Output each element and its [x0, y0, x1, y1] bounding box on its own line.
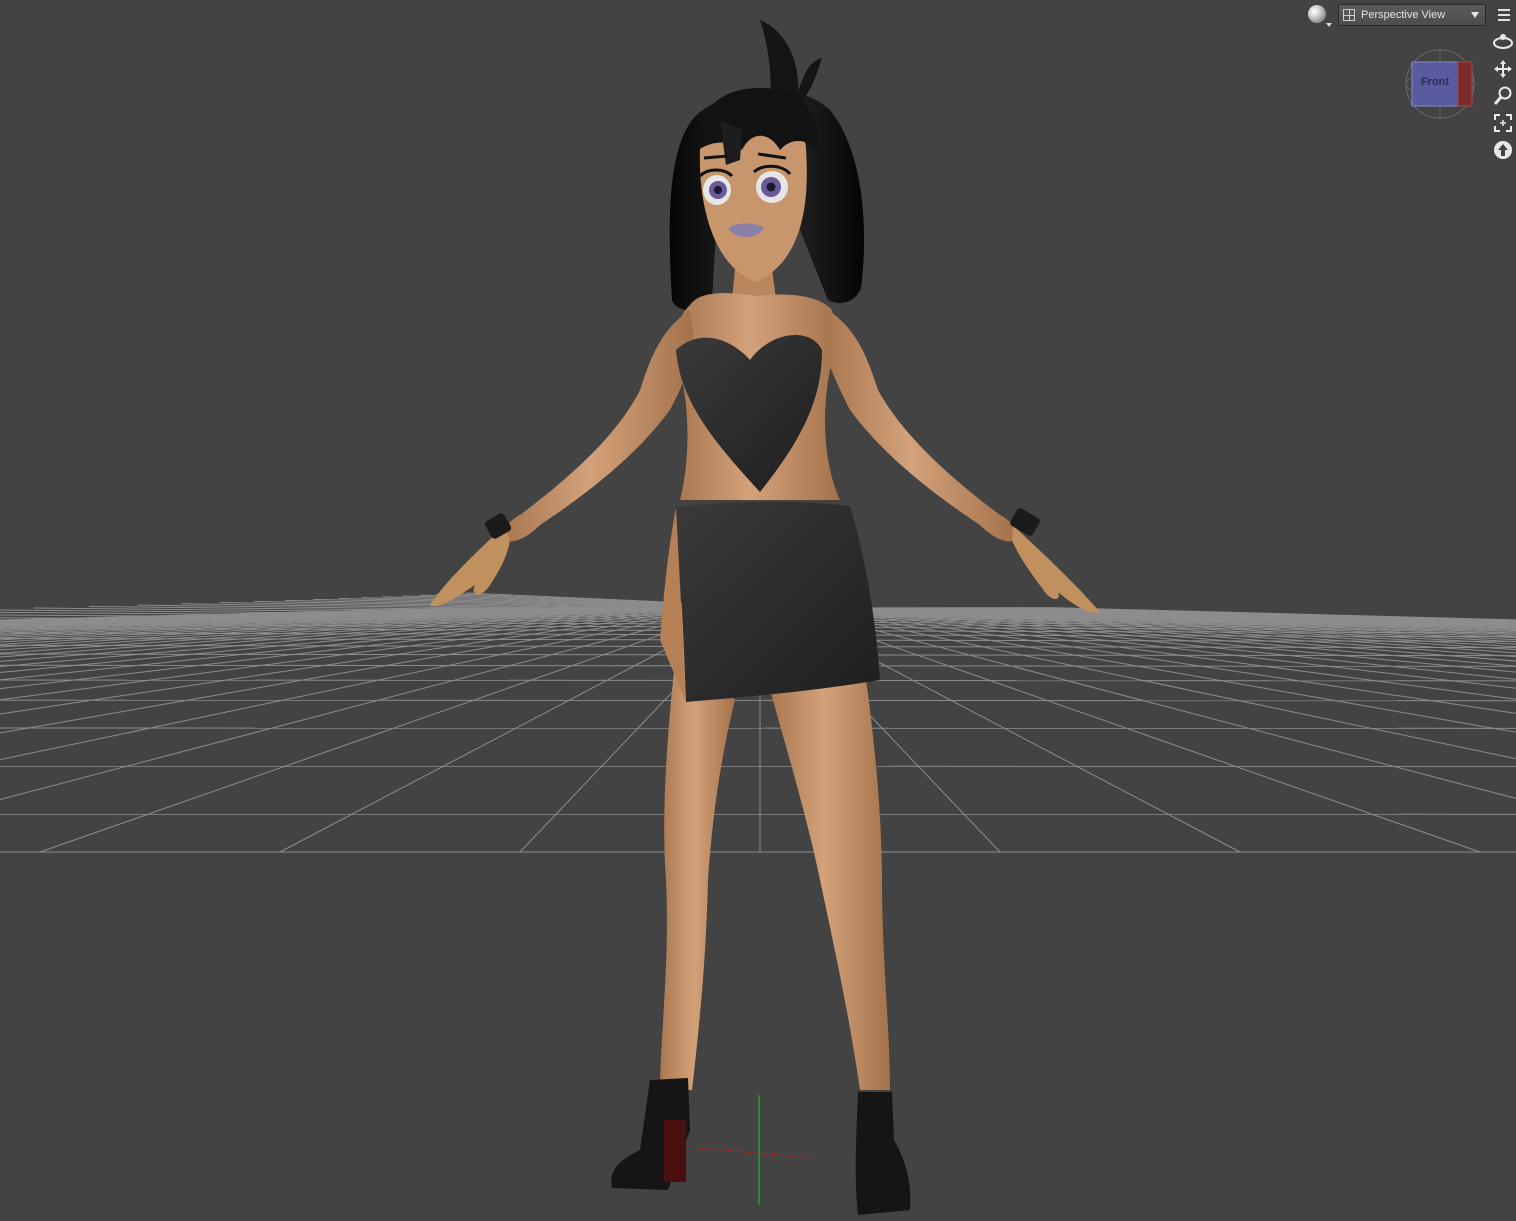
grid-line — [905, 607, 1516, 641]
scene-canvas[interactable] — [0, 0, 1516, 1221]
grid-line — [0, 607, 637, 648]
axis-x-line — [699, 1147, 813, 1159]
grid-line — [0, 727, 1516, 729]
grid-line — [0, 607, 724, 761]
grid-line — [1036, 607, 1516, 622]
grid-line — [883, 607, 1516, 648]
orbit-icon — [1493, 34, 1513, 49]
grid-line — [818, 607, 1516, 700]
grid-line — [869, 607, 1516, 654]
grid-line — [810, 607, 1516, 714]
grid-line — [1043, 607, 1516, 621]
pan-icon — [1494, 60, 1512, 78]
grid-line — [0, 607, 491, 623]
grid-icon — [1343, 9, 1355, 21]
navigation-tools — [1490, 30, 1516, 162]
grid-line — [803, 607, 1516, 733]
zoom-button[interactable] — [1491, 84, 1515, 108]
grid-line — [39, 607, 739, 853]
reset-icon — [1494, 141, 1512, 159]
grid-line — [0, 607, 622, 643]
chevron-down-icon — [1471, 12, 1479, 18]
grid-line — [0, 607, 659, 658]
grid-line — [781, 607, 1481, 853]
grid-line — [0, 607, 630, 645]
chevron-down-icon — [1326, 23, 1332, 27]
grid-line — [0, 699, 1516, 702]
grid-line — [0, 607, 666, 662]
grid-line — [0, 607, 484, 622]
grid-line — [832, 607, 1516, 680]
grid-line — [861, 607, 1516, 658]
menu-icon — [1498, 9, 1510, 11]
orbit-button[interactable] — [1491, 30, 1515, 54]
pan-button[interactable] — [1491, 57, 1515, 81]
grid-line — [0, 607, 477, 621]
view-select-label: Perspective View — [1361, 9, 1446, 21]
grid-line — [0, 813, 1516, 815]
grid-line — [912, 607, 1516, 639]
grid-line — [1029, 607, 1516, 622]
view-cube-face-label[interactable]: Front — [1414, 76, 1456, 88]
zoom-icon — [1493, 86, 1512, 105]
grid-line — [890, 607, 1516, 645]
viewport-toolbar: Perspective View — [1306, 2, 1516, 28]
grid-line — [796, 607, 1516, 760]
grid-line — [0, 607, 732, 801]
grid-line — [0, 607, 651, 654]
draw-style-button[interactable] — [1306, 3, 1332, 27]
grid-line — [0, 607, 702, 701]
grid-line — [0, 607, 470, 621]
frame-icon — [1494, 114, 1512, 132]
3d-viewport[interactable]: Front Perspective View — [0, 0, 1516, 1221]
grid-line — [0, 607, 710, 715]
grid-line — [0, 607, 688, 681]
grid-line — [788, 607, 1516, 799]
grid-line — [0, 765, 1516, 767]
frame-button[interactable] — [1491, 111, 1515, 135]
view-cube[interactable]: Front — [1402, 46, 1478, 122]
grid-line — [1050, 607, 1516, 621]
viewport-options-button[interactable] — [1492, 4, 1516, 26]
view-select-dropdown[interactable]: Perspective View — [1338, 4, 1486, 26]
grid-line — [0, 607, 717, 734]
grid-line — [898, 607, 1516, 643]
grid-line — [919, 607, 1516, 637]
sphere-icon — [1308, 5, 1326, 23]
reset-button[interactable] — [1491, 138, 1515, 162]
